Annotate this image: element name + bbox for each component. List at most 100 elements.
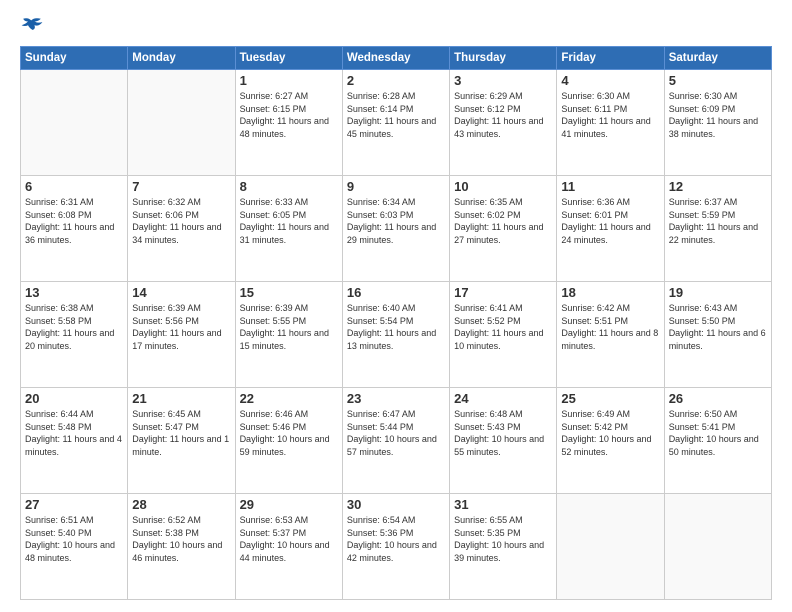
calendar-day-cell: 12Sunrise: 6:37 AM Sunset: 5:59 PM Dayli… — [664, 176, 771, 282]
calendar-day-header: Monday — [128, 47, 235, 70]
calendar-day-cell: 22 Sunrise: 6:46 AM Sunset: 5:46 PM Dayli… — [235, 388, 342, 494]
logo-bird-icon — [20, 16, 44, 36]
calendar-day-cell: 10 Sunrise: 6:35 AM Sunset: 6:02 PM Dayli… — [450, 176, 557, 282]
calendar-week-row: 27 Sunrise: 6:51 AM Sunset: 5:40 PM Dayli… — [21, 494, 772, 600]
calendar-day-cell: 8 Sunrise: 6:33 AM Sunset: 6:05 PM Daylig… — [235, 176, 342, 282]
day-number: 13 — [25, 285, 123, 300]
calendar-day-cell: 16Sunrise: 6:40 AM Sunset: 5:54 PM Dayli… — [342, 282, 449, 388]
day-info: Sunrise: 6:51 AM Sunset: 5:40 PM Dayligh… — [25, 514, 123, 564]
calendar-day-cell — [557, 494, 664, 600]
day-number: 30 — [347, 497, 445, 512]
calendar-day-header: Wednesday — [342, 47, 449, 70]
day-number: 25 — [561, 391, 659, 406]
day-info: Sunrise: 6:43 AM Sunset: 5:50 PM Dayligh… — [669, 302, 767, 352]
day-number: 10 — [454, 179, 552, 194]
day-number: 6 — [25, 179, 123, 194]
calendar-week-row: 6 Sunrise: 6:31 AM Sunset: 6:08 PM Daylig… — [21, 176, 772, 282]
calendar-day-cell: 20Sunrise: 6:44 AM Sunset: 5:48 PM Dayli… — [21, 388, 128, 494]
page: SundayMondayTuesdayWednesdayThursdayFrid… — [0, 0, 792, 612]
calendar-day-cell — [664, 494, 771, 600]
calendar-day-cell: 31 Sunrise: 6:55 AM Sunset: 5:35 PM Dayli… — [450, 494, 557, 600]
day-info: Sunrise: 6:50 AM Sunset: 5:41 PM Dayligh… — [669, 408, 767, 458]
day-number: 21 — [132, 391, 230, 406]
day-info: Sunrise: 6:36 AM Sunset: 6:01 PM Dayligh… — [561, 196, 659, 246]
day-info: Sunrise: 6:46 AM Sunset: 5:46 PM Dayligh… — [240, 408, 338, 458]
calendar-day-header: Saturday — [664, 47, 771, 70]
day-info: Sunrise: 6:35 AM Sunset: 6:02 PM Dayligh… — [454, 196, 552, 246]
day-number: 17 — [454, 285, 552, 300]
calendar-day-cell: 25 Sunrise: 6:49 AM Sunset: 5:42 PM Dayli… — [557, 388, 664, 494]
day-number: 18 — [561, 285, 659, 300]
day-info: Sunrise: 6:32 AM Sunset: 6:06 PM Dayligh… — [132, 196, 230, 246]
day-info: Sunrise: 6:55 AM Sunset: 5:35 PM Dayligh… — [454, 514, 552, 564]
day-info: Sunrise: 6:29 AM Sunset: 6:12 PM Dayligh… — [454, 90, 552, 140]
calendar-day-cell: 6 Sunrise: 6:31 AM Sunset: 6:08 PM Daylig… — [21, 176, 128, 282]
day-info: Sunrise: 6:52 AM Sunset: 5:38 PM Dayligh… — [132, 514, 230, 564]
calendar-day-cell: 5 Sunrise: 6:30 AM Sunset: 6:09 PM Daylig… — [664, 70, 771, 176]
day-info: Sunrise: 6:31 AM Sunset: 6:08 PM Dayligh… — [25, 196, 123, 246]
day-info: Sunrise: 6:48 AM Sunset: 5:43 PM Dayligh… — [454, 408, 552, 458]
day-number: 24 — [454, 391, 552, 406]
calendar-day-cell: 2 Sunrise: 6:28 AM Sunset: 6:14 PM Daylig… — [342, 70, 449, 176]
calendar-table: SundayMondayTuesdayWednesdayThursdayFrid… — [20, 46, 772, 600]
day-info: Sunrise: 6:41 AM Sunset: 5:52 PM Dayligh… — [454, 302, 552, 352]
calendar-day-cell: 29Sunrise: 6:53 AM Sunset: 5:37 PM Dayli… — [235, 494, 342, 600]
calendar-header-row: SundayMondayTuesdayWednesdayThursdayFrid… — [21, 47, 772, 70]
day-info: Sunrise: 6:39 AM Sunset: 5:55 PM Dayligh… — [240, 302, 338, 352]
day-number: 31 — [454, 497, 552, 512]
day-number: 23 — [347, 391, 445, 406]
calendar-day-header: Sunday — [21, 47, 128, 70]
day-number: 8 — [240, 179, 338, 194]
day-number: 16 — [347, 285, 445, 300]
calendar-day-cell: 18 Sunrise: 6:42 AM Sunset: 5:51 PM Dayli… — [557, 282, 664, 388]
day-number: 7 — [132, 179, 230, 194]
calendar-day-cell: 1Sunrise: 6:27 AM Sunset: 6:15 PM Daylig… — [235, 70, 342, 176]
day-info: Sunrise: 6:39 AM Sunset: 5:56 PM Dayligh… — [132, 302, 230, 352]
day-number: 28 — [132, 497, 230, 512]
calendar-week-row: 1Sunrise: 6:27 AM Sunset: 6:15 PM Daylig… — [21, 70, 772, 176]
day-info: Sunrise: 6:44 AM Sunset: 5:48 PM Dayligh… — [25, 408, 123, 458]
calendar-day-cell: 17 Sunrise: 6:41 AM Sunset: 5:52 PM Dayli… — [450, 282, 557, 388]
day-info: Sunrise: 6:30 AM Sunset: 6:11 PM Dayligh… — [561, 90, 659, 140]
calendar-day-cell: 4 Sunrise: 6:30 AM Sunset: 6:11 PM Daylig… — [557, 70, 664, 176]
calendar-day-cell: 15Sunrise: 6:39 AM Sunset: 5:55 PM Dayli… — [235, 282, 342, 388]
day-number: 5 — [669, 73, 767, 88]
day-number: 11 — [561, 179, 659, 194]
day-info: Sunrise: 6:42 AM Sunset: 5:51 PM Dayligh… — [561, 302, 659, 352]
calendar-day-cell: 26 Sunrise: 6:50 AM Sunset: 5:41 PM Dayli… — [664, 388, 771, 494]
calendar-day-cell: 23 Sunrise: 6:47 AM Sunset: 5:44 PM Dayli… — [342, 388, 449, 494]
day-number: 4 — [561, 73, 659, 88]
calendar-day-header: Tuesday — [235, 47, 342, 70]
calendar-week-row: 20Sunrise: 6:44 AM Sunset: 5:48 PM Dayli… — [21, 388, 772, 494]
calendar-day-cell: 19 Sunrise: 6:43 AM Sunset: 5:50 PM Dayli… — [664, 282, 771, 388]
day-info: Sunrise: 6:30 AM Sunset: 6:09 PM Dayligh… — [669, 90, 767, 140]
calendar-day-cell: 9Sunrise: 6:34 AM Sunset: 6:03 PM Daylig… — [342, 176, 449, 282]
calendar-day-header: Friday — [557, 47, 664, 70]
calendar-day-cell: 3 Sunrise: 6:29 AM Sunset: 6:12 PM Daylig… — [450, 70, 557, 176]
calendar-day-cell: 27 Sunrise: 6:51 AM Sunset: 5:40 PM Dayli… — [21, 494, 128, 600]
day-info: Sunrise: 6:45 AM Sunset: 5:47 PM Dayligh… — [132, 408, 230, 458]
day-info: Sunrise: 6:38 AM Sunset: 5:58 PM Dayligh… — [25, 302, 123, 352]
calendar-day-cell: 11 Sunrise: 6:36 AM Sunset: 6:01 PM Dayli… — [557, 176, 664, 282]
day-number: 27 — [25, 497, 123, 512]
day-number: 26 — [669, 391, 767, 406]
day-info: Sunrise: 6:34 AM Sunset: 6:03 PM Dayligh… — [347, 196, 445, 246]
day-info: Sunrise: 6:49 AM Sunset: 5:42 PM Dayligh… — [561, 408, 659, 458]
day-info: Sunrise: 6:47 AM Sunset: 5:44 PM Dayligh… — [347, 408, 445, 458]
calendar-day-cell: 24 Sunrise: 6:48 AM Sunset: 5:43 PM Dayli… — [450, 388, 557, 494]
calendar-day-cell: 30Sunrise: 6:54 AM Sunset: 5:36 PM Dayli… — [342, 494, 449, 600]
header — [20, 16, 772, 36]
day-number: 2 — [347, 73, 445, 88]
calendar-day-cell — [128, 70, 235, 176]
day-number: 19 — [669, 285, 767, 300]
calendar-day-cell: 13 Sunrise: 6:38 AM Sunset: 5:58 PM Dayli… — [21, 282, 128, 388]
calendar-day-cell: 21 Sunrise: 6:45 AM Sunset: 5:47 PM Dayli… — [128, 388, 235, 494]
day-info: Sunrise: 6:33 AM Sunset: 6:05 PM Dayligh… — [240, 196, 338, 246]
day-number: 22 — [240, 391, 338, 406]
day-number: 3 — [454, 73, 552, 88]
calendar-week-row: 13 Sunrise: 6:38 AM Sunset: 5:58 PM Dayli… — [21, 282, 772, 388]
day-info: Sunrise: 6:28 AM Sunset: 6:14 PM Dayligh… — [347, 90, 445, 140]
day-number: 1 — [240, 73, 338, 88]
day-number: 12 — [669, 179, 767, 194]
calendar-day-cell: 14Sunrise: 6:39 AM Sunset: 5:56 PM Dayli… — [128, 282, 235, 388]
